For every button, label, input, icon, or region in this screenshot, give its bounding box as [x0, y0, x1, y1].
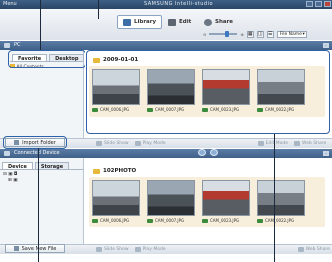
grid-view-icon[interactable]: ▦ — [246, 30, 254, 38]
computer-icon — [4, 43, 10, 48]
detail-view-icon[interactable]: ◫ — [256, 30, 264, 38]
collapse-pc-panel-button[interactable]: – — [323, 43, 329, 48]
list-view-icon[interactable]: ☰ — [266, 30, 274, 38]
device-sidebar: Device Storage ⊟ ▣ ◘ ⊞ ▣ — [0, 158, 84, 248]
tab-library[interactable]: Library — [117, 15, 163, 29]
callout-line — [38, 148, 39, 262]
photo-filename: CAM_0007.JPG — [155, 218, 185, 223]
pc-actions: Slide Show Play Mode Edit Mode Web Share — [90, 138, 332, 148]
photo-image[interactable] — [257, 180, 305, 216]
device-folder-header[interactable]: 102PHOTO — [93, 168, 136, 174]
tab-device[interactable]: Device — [2, 162, 33, 170]
photo-type-icon — [147, 218, 153, 223]
pc-panel-header: PC – — [0, 41, 332, 50]
library-icon — [123, 18, 131, 26]
sidebar-tabs-highlight — [8, 50, 86, 68]
slide-show-label: Slide Show — [104, 246, 129, 252]
photo-thumbnail[interactable]: CAM_0023.JPG — [202, 180, 250, 223]
callout-line — [98, 0, 99, 19]
close-icon[interactable] — [324, 1, 331, 7]
device-actions: Slide Show Play Mode Web Share — [90, 244, 332, 254]
folder-icon — [93, 168, 100, 174]
photo-image[interactable] — [147, 180, 195, 216]
share-icon — [204, 18, 212, 26]
web-share-label: Web Share — [305, 246, 330, 252]
zoom-slider-handle[interactable] — [225, 31, 230, 37]
content-area-highlight — [86, 50, 330, 134]
play-mode-icon — [134, 140, 141, 146]
save-new-file-button[interactable]: Save New File — [5, 244, 65, 253]
web-share-button[interactable]: Web Share — [294, 140, 327, 146]
web-share-label: Web Share — [302, 140, 327, 146]
device-icon — [4, 151, 10, 156]
tab-share[interactable]: Share — [199, 15, 238, 29]
device-tree-subitem[interactable]: ⊞ ▣ — [3, 178, 80, 184]
slide-show-icon — [96, 246, 102, 252]
collapse-device-panel-button[interactable]: – — [323, 151, 329, 156]
zoom-slider[interactable] — [209, 31, 238, 37]
play-mode-button[interactable]: Play Mode — [134, 140, 166, 146]
maximize-icon[interactable] — [315, 1, 322, 7]
transfer-up-icon[interactable] — [198, 149, 206, 156]
play-mode-label: Play Mode — [142, 140, 166, 146]
photo-filename: CAM_0022.JPG — [265, 218, 295, 223]
photo-thumbnail[interactable]: CAM_0007.JPG — [147, 180, 195, 223]
edit-mode-icon — [257, 140, 264, 146]
photo-type-icon — [92, 218, 98, 223]
photo-filename: CAM_0023.JPG — [210, 218, 240, 223]
play-mode-button[interactable]: Play Mode — [134, 246, 166, 252]
device-panel-header: Connected Device – — [0, 149, 332, 158]
zoom-in-icon[interactable]: ⊕ — [240, 32, 243, 37]
save-file-icon — [13, 246, 19, 251]
device-panel-title: Connected Device — [14, 150, 60, 156]
tab-edit[interactable]: Edit — [163, 15, 196, 29]
photo-type-icon — [202, 218, 208, 223]
web-share-icon — [297, 246, 304, 252]
app-brand: SAMSUNG Intelli-studio — [144, 1, 214, 7]
transfer-down-icon[interactable] — [210, 149, 218, 156]
view-controls: ⊖ ⊕ ▦ ◫ ☰ File Name — [203, 30, 307, 38]
slide-show-button[interactable]: Slide Show — [96, 246, 129, 252]
tab-storage[interactable]: Storage — [34, 162, 70, 170]
photo-filename: CAM_0006.JPG — [100, 218, 130, 223]
tab-edit-label: Edit — [179, 19, 192, 25]
play-mode-icon — [134, 246, 141, 252]
photo-image[interactable] — [92, 180, 140, 216]
menu-button[interactable]: Menu — [3, 1, 17, 7]
slide-show-icon — [96, 140, 102, 146]
tab-share-label: Share — [215, 19, 234, 25]
play-mode-label: Play Mode — [142, 246, 166, 252]
pc-panel-title: PC — [14, 42, 21, 48]
slide-show-label: Slide Show — [104, 140, 129, 146]
device-folder-name: 102PHOTO — [103, 168, 137, 174]
title-bar: Menu SAMSUNG Intelli-studio — [0, 0, 332, 9]
import-button-highlight — [3, 136, 67, 149]
tab-library-label: Library — [134, 19, 157, 25]
slide-show-button[interactable]: Slide Show — [96, 140, 129, 146]
photo-thumbnail[interactable]: CAM_0022.JPG — [257, 180, 305, 223]
callout-line — [40, 0, 41, 50]
edit-mode-button[interactable]: Edit Mode — [257, 140, 289, 146]
device-tree: ⊟ ▣ ◘ ⊞ ▣ — [0, 170, 83, 186]
photo-image[interactable] — [202, 180, 250, 216]
minimize-icon[interactable] — [306, 1, 313, 7]
web-share-button[interactable]: Web Share — [297, 246, 330, 252]
zoom-out-icon[interactable]: ⊖ — [203, 32, 206, 37]
device-content-area: 102PHOTO CAM_0006.JPG CAM_0007.JPG CAM_0… — [85, 158, 332, 240]
edit-icon — [168, 18, 176, 26]
web-share-icon — [294, 140, 301, 146]
edit-mode-label: Edit Mode — [265, 140, 289, 146]
photo-thumbnail[interactable]: CAM_0006.JPG — [92, 180, 140, 223]
callout-line — [274, 134, 275, 262]
sort-select[interactable]: File Name — [276, 30, 307, 38]
photo-type-icon — [257, 218, 263, 223]
